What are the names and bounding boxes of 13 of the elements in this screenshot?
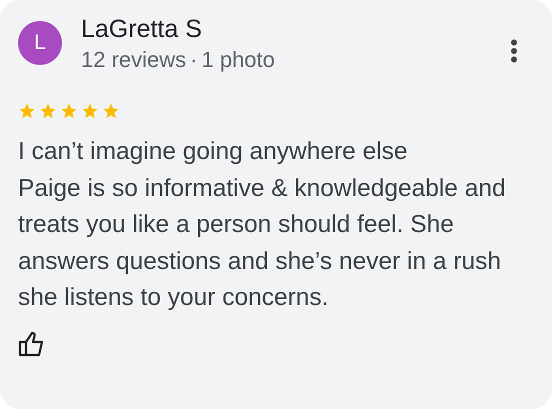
star-icon [18, 102, 36, 120]
review-text: I can’t imagine going anywhere else Paige is so informative & knowledgeable and treats you like a person should feel. She answers questions and she’s never in a rush she listens to your concerns. [18, 137, 507, 313]
thumbs-up-icon[interactable] [18, 330, 46, 356]
more-options-icon[interactable] [510, 39, 518, 63]
star-icon [102, 102, 120, 120]
separator-dot: · [190, 47, 198, 72]
photo-count: 1 photo [201, 47, 275, 72]
star-icon [39, 102, 57, 120]
star-icon [81, 102, 99, 120]
review-count: 12 reviews [81, 47, 186, 72]
avatar: L [18, 21, 62, 65]
star-icon [60, 102, 78, 120]
reviewer-name[interactable]: LaGretta S [81, 13, 510, 45]
